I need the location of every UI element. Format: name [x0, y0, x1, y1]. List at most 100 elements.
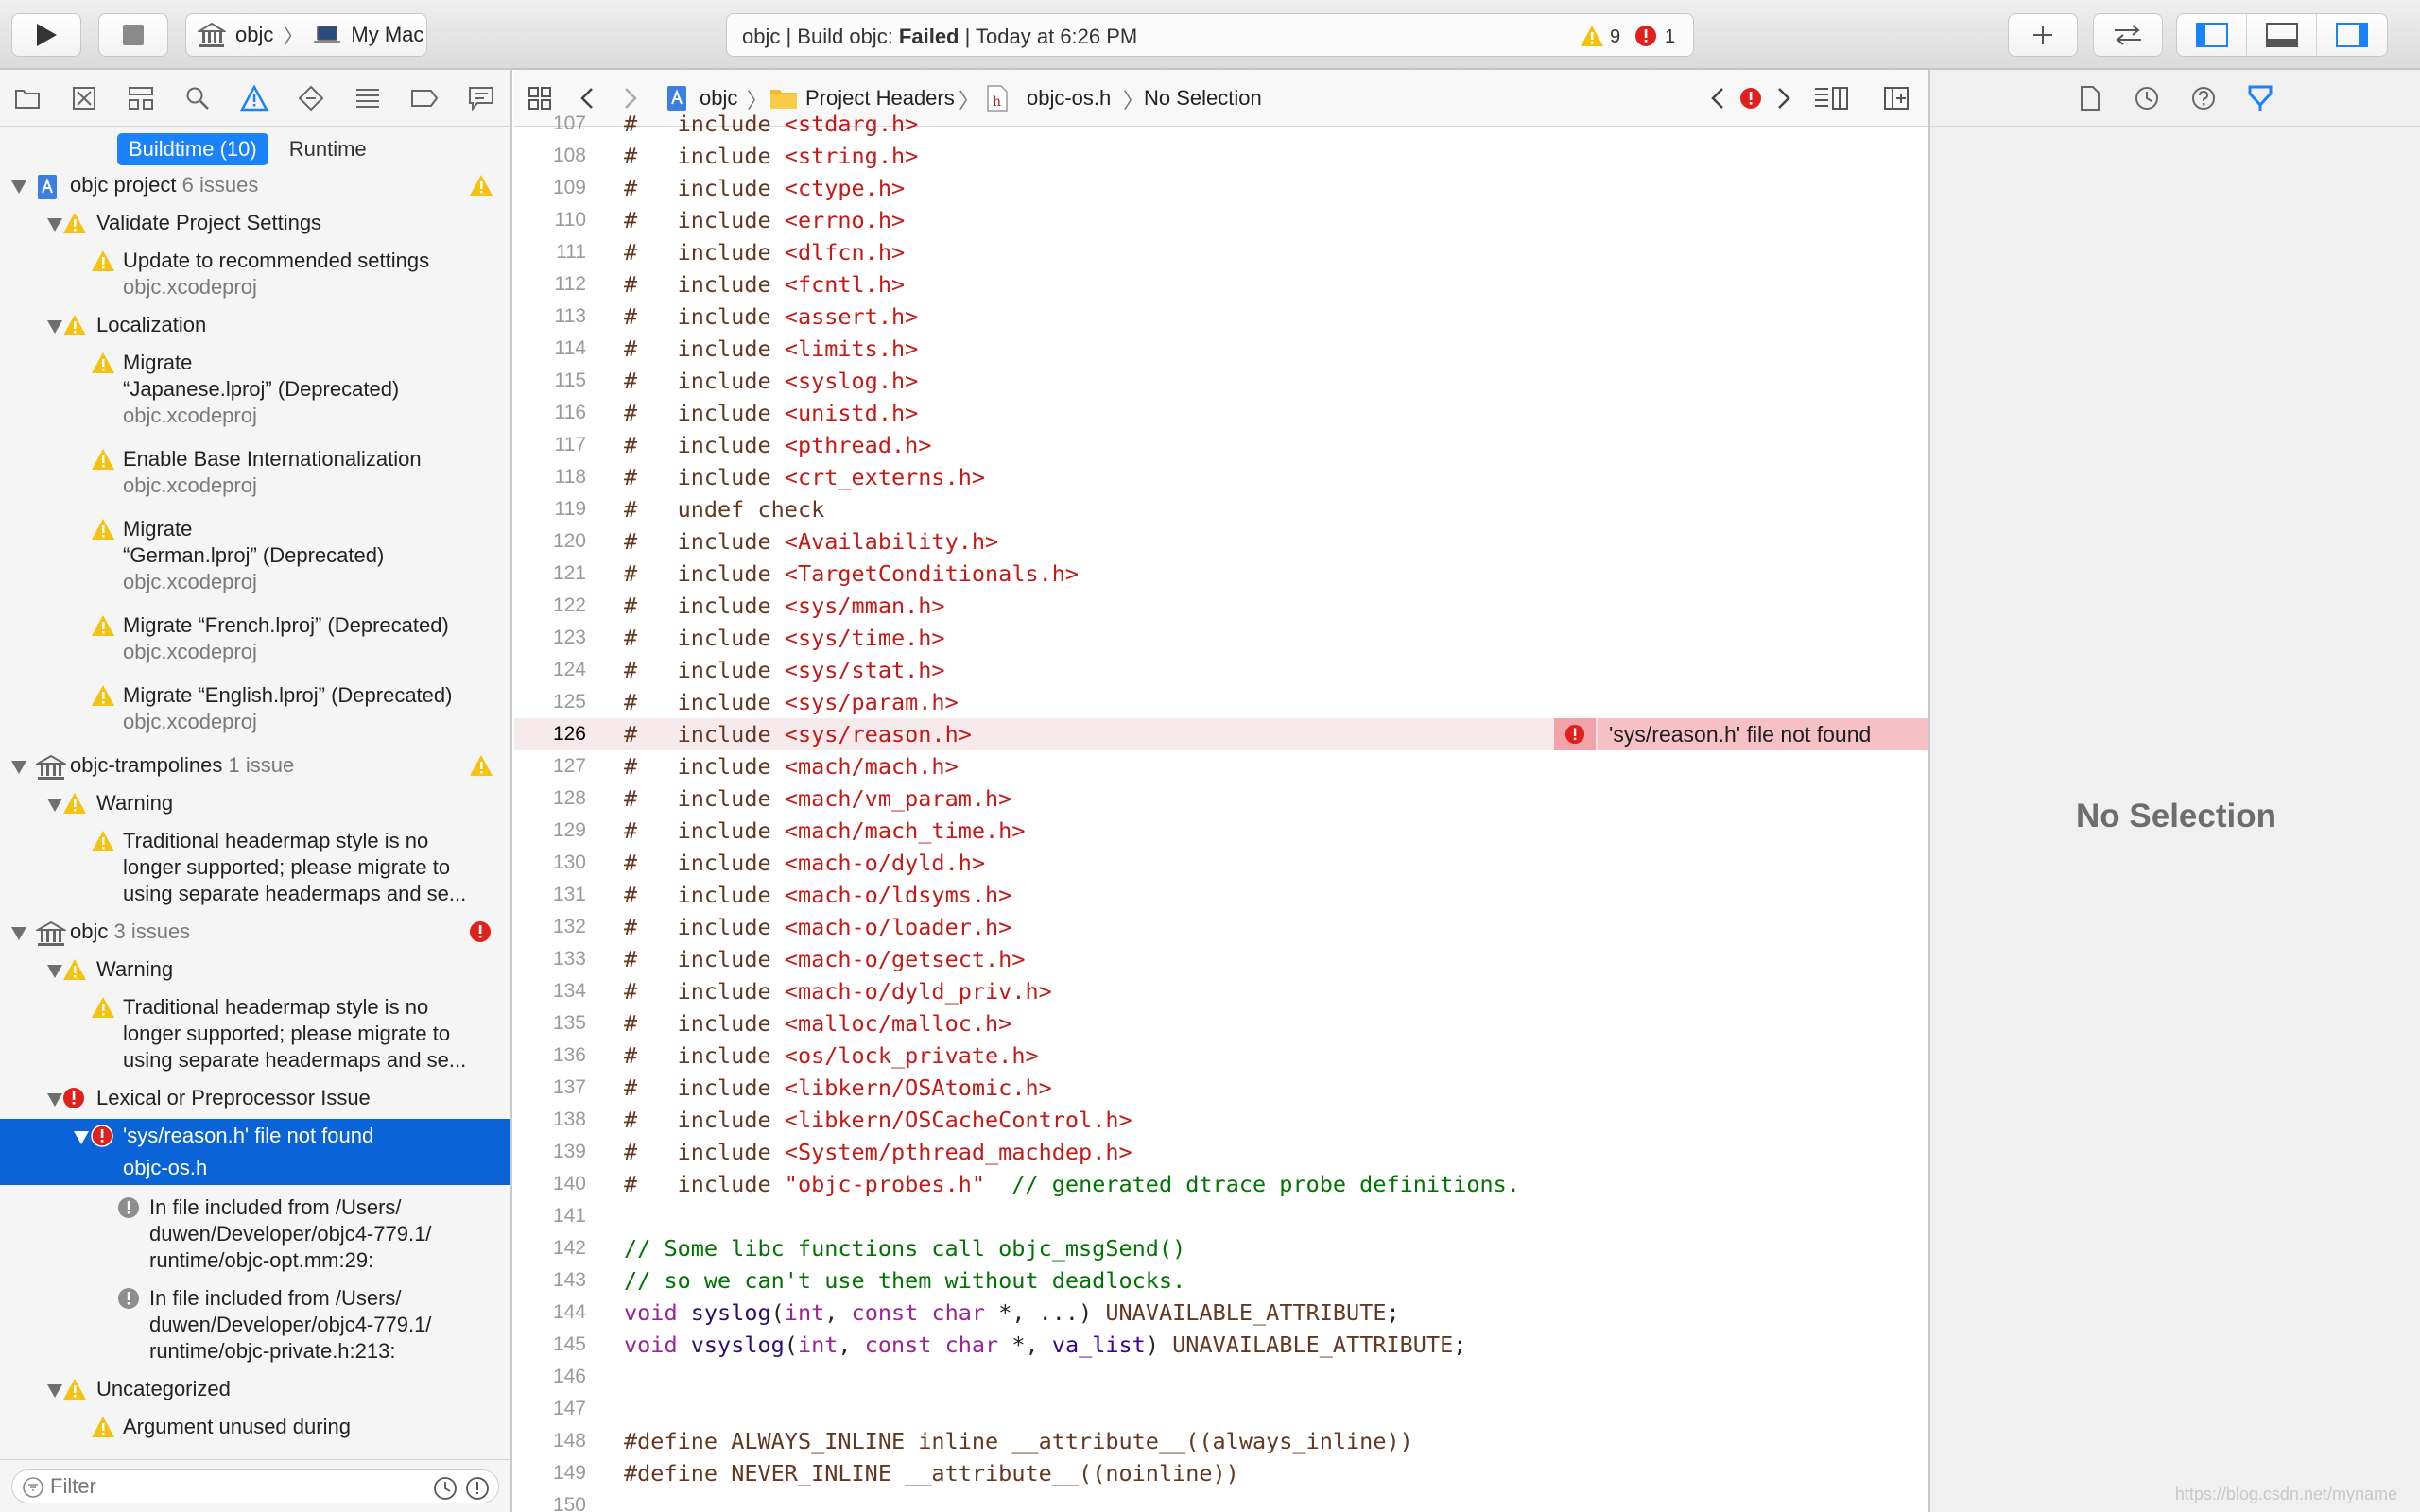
- debug-navigator-tab[interactable]: [354, 84, 382, 112]
- issue-tree-row[interactable]: objc.xcodeproj: [0, 403, 510, 431]
- code-line[interactable]: 142 // Some libc functions call objc_msgS…: [514, 1232, 1928, 1264]
- buildtime-tab[interactable]: Buildtime (10): [117, 133, 268, 165]
- issue-tree-row[interactable]: Traditional headermap style is no: [0, 994, 510, 1022]
- error-code-line[interactable]: 126 # include <sys/reason.h> 'sys/reason.h…: [514, 718, 1928, 750]
- code-line[interactable]: 121 # include <TargetConditionals.h>: [514, 558, 1928, 590]
- breakpoint-navigator-tab[interactable]: [410, 84, 439, 112]
- source-control-tab[interactable]: [70, 84, 98, 112]
- code-line[interactable]: 146: [514, 1361, 1928, 1393]
- scheme-selector[interactable]: objc 〉 My Mac: [185, 13, 427, 57]
- issue-tree-row[interactable]: Enable Base Internationalization: [0, 446, 510, 474]
- code-line[interactable]: 145 void vsyslog(int, const char *, va_li…: [514, 1329, 1928, 1361]
- disclosure-triangle-icon[interactable]: [47, 218, 62, 232]
- code-line[interactable]: 125 # include <sys/param.h>: [514, 686, 1928, 718]
- issue-navigator-tab[interactable]: [240, 84, 268, 112]
- code-line[interactable]: 116 # include <unistd.h>: [514, 397, 1928, 429]
- issue-tree-row[interactable]: Traditional headermap style is no: [0, 828, 510, 856]
- runtime-tab[interactable]: Runtime: [285, 133, 371, 165]
- code-line[interactable]: 109 # include <ctype.h>: [514, 172, 1928, 204]
- issue-tree-row[interactable]: using separate headermaps and se...: [0, 1047, 510, 1075]
- issue-tree-row[interactable]: Validate Project Settings: [0, 210, 510, 238]
- code-line[interactable]: 110 # include <errno.h>: [514, 204, 1928, 236]
- disclosure-triangle-icon[interactable]: [47, 799, 62, 812]
- error-count[interactable]: 1: [1665, 26, 1675, 48]
- code-line[interactable]: 119 # undef check: [514, 493, 1928, 525]
- project-navigator-tab[interactable]: [13, 84, 42, 112]
- disclosure-triangle-icon[interactable]: [11, 761, 26, 774]
- code-line[interactable]: 150: [514, 1489, 1928, 1512]
- code-line[interactable]: 141: [514, 1200, 1928, 1232]
- issue-tree-row[interactable]: Migrate “English.lproj” (Deprecated): [0, 682, 510, 711]
- code-line[interactable]: 131 # include <mach-o/ldsyms.h>: [514, 879, 1928, 911]
- disclosure-triangle-icon[interactable]: [47, 320, 62, 334]
- code-line[interactable]: 136 # include <os/lock_private.h>: [514, 1040, 1928, 1072]
- issue-tree-row[interactable]: In file included from /Users/: [0, 1194, 510, 1223]
- code-line[interactable]: 147: [514, 1393, 1928, 1425]
- issue-filter-icon[interactable]: [465, 1476, 490, 1501]
- code-line[interactable]: 139 # include <System/pthread_machdep.h>: [514, 1136, 1928, 1168]
- issue-tree-row[interactable]: longer supported; please migrate to: [0, 854, 510, 883]
- code-line[interactable]: 149 #define NEVER_INLINE __attribute__((n…: [514, 1457, 1928, 1489]
- history-inspector-tab[interactable]: [2133, 84, 2161, 112]
- issue-tree-row[interactable]: Update to recommended settings: [0, 248, 510, 276]
- back-chevron-icon[interactable]: [580, 87, 594, 110]
- code-line[interactable]: 115 # include <syslog.h>: [514, 365, 1928, 397]
- code-line[interactable]: 108 # include <string.h>: [514, 140, 1928, 172]
- code-line[interactable]: 127 # include <mach/mach.h>: [514, 750, 1928, 782]
- issue-tree-row[interactable]: objc.xcodeproj: [0, 639, 510, 667]
- disclosure-triangle-icon[interactable]: [47, 1384, 62, 1398]
- find-navigator-tab[interactable]: [183, 84, 212, 112]
- issue-tree-row[interactable]: Migrate: [0, 350, 510, 378]
- disclosure-triangle-icon[interactable]: [47, 965, 62, 978]
- attributes-inspector-tab[interactable]: [2246, 84, 2274, 112]
- code-area[interactable]: 107 # include <stdarg.h> 108 # include <str…: [514, 111, 1928, 1512]
- filter-input[interactable]: [11, 1469, 499, 1503]
- toggle-navigator-button[interactable]: [2177, 14, 2247, 56]
- issue-tree-row[interactable]: objc-trampolines 1 issue: [0, 752, 510, 781]
- code-line[interactable]: 135 # include <malloc/malloc.h>: [514, 1007, 1928, 1040]
- issue-tree-row[interactable]: objc.xcodeproj: [0, 472, 510, 501]
- code-line[interactable]: 107 # include <stdarg.h>: [514, 108, 1928, 140]
- run-button[interactable]: [11, 13, 81, 57]
- code-line[interactable]: 114 # include <limits.h>: [514, 333, 1928, 365]
- issue-tree-row[interactable]: objc 3 issues: [0, 919, 510, 947]
- test-navigator-tab[interactable]: [297, 84, 325, 112]
- issue-tree-row[interactable]: using separate headermaps and se...: [0, 881, 510, 909]
- clock-icon[interactable]: [433, 1476, 458, 1501]
- code-line[interactable]: 133 # include <mach-o/getsect.h>: [514, 943, 1928, 975]
- code-line[interactable]: 123 # include <sys/time.h>: [514, 622, 1928, 654]
- next-issue-icon[interactable]: [1777, 87, 1790, 110]
- issue-tree-row[interactable]: runtime/objc-opt.mm:29:: [0, 1247, 510, 1276]
- previous-issue-icon[interactable]: [1711, 87, 1724, 110]
- error-icon[interactable]: [1739, 87, 1762, 110]
- report-navigator-tab[interactable]: [467, 84, 495, 112]
- toggle-debug-area-button[interactable]: [2247, 14, 2317, 56]
- code-line[interactable]: 111 # include <dlfcn.h>: [514, 236, 1928, 268]
- issue-tree-row[interactable]: Uncategorized: [0, 1376, 510, 1404]
- activity-status[interactable]: objc | Build objc: Failed | Today at 6:2…: [726, 13, 1694, 57]
- code-line[interactable]: 120 # include <Availability.h>: [514, 525, 1928, 558]
- issue-tree-row[interactable]: duwen/Developer/objc4-779.1/: [0, 1312, 510, 1340]
- code-line[interactable]: 134 # include <mach-o/dyld_priv.h>: [514, 975, 1928, 1007]
- library-button[interactable]: [2008, 13, 2078, 57]
- code-line[interactable]: 129 # include <mach/mach_time.h>: [514, 815, 1928, 847]
- warning-count[interactable]: 9: [1610, 26, 1620, 48]
- code-line[interactable]: 128 # include <mach/vm_param.h>: [514, 782, 1928, 815]
- disclosure-triangle-icon[interactable]: [11, 927, 26, 940]
- issue-tree-row[interactable]: “German.lproj” (Deprecated): [0, 542, 510, 571]
- error-annotation[interactable]: 'sys/reason.h' file not found: [1554, 718, 1928, 750]
- code-line[interactable]: 112 # include <fcntl.h>: [514, 268, 1928, 301]
- issue-tree-row[interactable]: duwen/Developer/objc4-779.1/: [0, 1221, 510, 1249]
- quick-help-tab[interactable]: [2189, 84, 2218, 112]
- code-line[interactable]: 140 # include "objc-probes.h" // generate…: [514, 1168, 1928, 1200]
- code-line[interactable]: 137 # include <libkern/OSAtomic.h>: [514, 1072, 1928, 1104]
- code-line[interactable]: 138 # include <libkern/OSCacheControl.h>: [514, 1104, 1928, 1136]
- code-line[interactable]: 113 # include <assert.h>: [514, 301, 1928, 333]
- symbol-navigator-tab[interactable]: [127, 84, 155, 112]
- file-inspector-tab[interactable]: [2076, 84, 2104, 112]
- code-line[interactable]: 144 void syslog(int, const char *, ...) U…: [514, 1297, 1928, 1329]
- issue-tree-row[interactable]: objc.xcodeproj: [0, 569, 510, 597]
- disclosure-triangle-icon[interactable]: [74, 1131, 89, 1144]
- issue-tree-row[interactable]: objc.xcodeproj: [0, 709, 510, 737]
- code-line[interactable]: 130 # include <mach-o/dyld.h>: [514, 847, 1928, 879]
